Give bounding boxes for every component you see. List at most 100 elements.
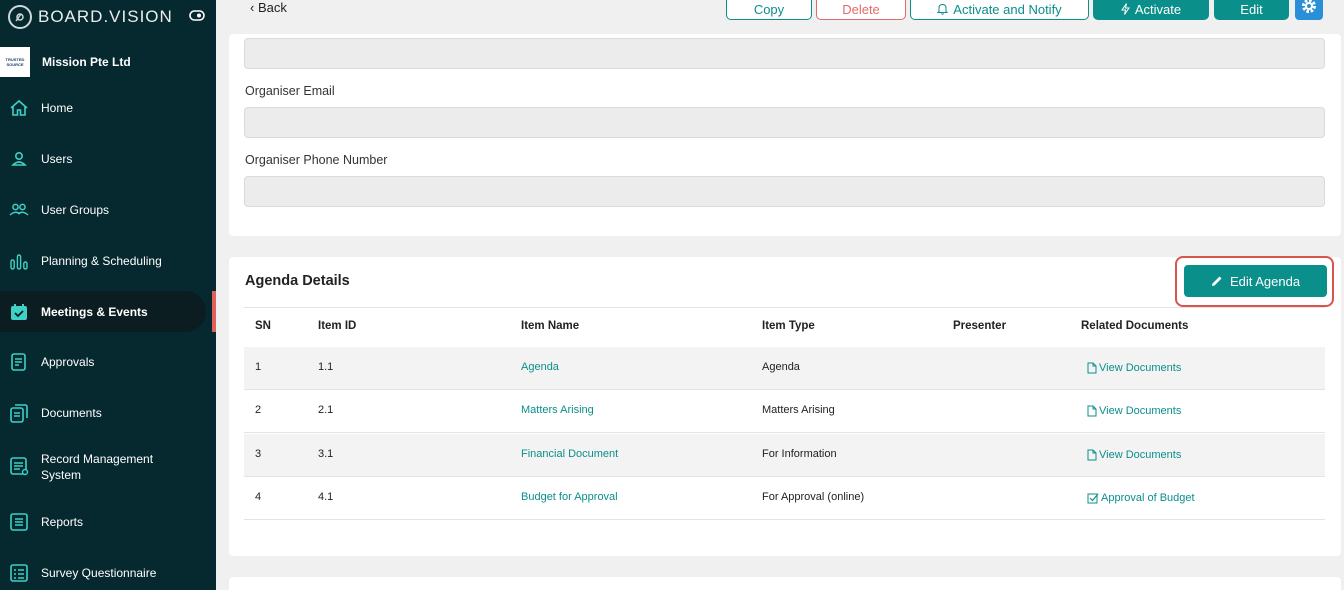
table-row: 4 4.1 Budget for Approval For Approval (…: [244, 477, 1325, 520]
divider: [244, 307, 1325, 308]
cell-item-id: 1.1: [318, 361, 334, 373]
column-header-item-type: Item Type: [762, 320, 815, 332]
eye-icon[interactable]: [189, 10, 205, 21]
calendar-icon: [11, 304, 27, 320]
delete-button[interactable]: Delete: [816, 0, 906, 20]
cell-item-id: 3.1: [318, 448, 334, 460]
sidebar-item-survey[interactable]: Survey Questionnaire: [0, 561, 216, 585]
brand-name: BOARD.VISION: [38, 7, 173, 26]
home-icon: [10, 99, 28, 116]
column-header-item-name: Item Name: [521, 320, 580, 332]
column-header-item-id: Item ID: [318, 320, 357, 332]
edit-button[interactable]: Edit: [1214, 0, 1289, 20]
item-name-link[interactable]: Budget for Approval: [521, 491, 618, 503]
organiser-phone-label: Organiser Phone Number: [245, 153, 388, 167]
organiser-name-input[interactable]: [244, 38, 1325, 69]
settings-button[interactable]: [1295, 0, 1323, 20]
cell-sn: 3: [255, 448, 262, 460]
cell-sn: 4: [255, 491, 262, 503]
view-documents-link[interactable]: View Documents: [1087, 449, 1181, 461]
file-icon: [1087, 405, 1097, 417]
checkbox-icon: [1087, 493, 1099, 504]
sidebar-item-documents[interactable]: Documents: [0, 401, 216, 425]
bar-chart-icon: [10, 254, 28, 270]
survey-icon: [10, 564, 28, 582]
back-label: Back: [257, 0, 287, 15]
view-documents-link[interactable]: View Documents: [1087, 405, 1181, 417]
brand-logo-icon: [8, 5, 32, 29]
users-icon: [9, 203, 29, 216]
sidebar-item-label: User Groups: [41, 203, 110, 217]
sidebar-item-user-groups[interactable]: User Groups: [0, 198, 216, 222]
cell-item-type: Agenda: [762, 361, 800, 373]
organiser-email-input[interactable]: [244, 107, 1325, 138]
doc-link-label: View Documents: [1099, 405, 1182, 417]
sidebar-item-reports[interactable]: Reports: [0, 510, 216, 534]
activate-button[interactable]: Activate: [1093, 0, 1209, 20]
badge-bottom-text: SOURCE: [6, 62, 24, 67]
cell-item-type: Matters Arising: [762, 404, 835, 416]
activate-notify-button[interactable]: Activate and Notify: [910, 0, 1089, 20]
cell-item-type: For Information: [762, 448, 837, 460]
gear-icon: [1302, 0, 1316, 13]
view-documents-link[interactable]: View Documents: [1087, 362, 1181, 374]
cell-sn: 1: [255, 361, 262, 373]
delete-label: Delete: [842, 1, 880, 17]
edit-label: Edit: [1240, 1, 1263, 17]
documents-icon: [10, 404, 28, 423]
sidebar-item-label: Record Management System: [41, 452, 154, 482]
table-row: 2 2.1 Matters Arising Matters Arising Vi…: [244, 390, 1325, 433]
organization-switcher[interactable]: TRUSTED SOURCE Mission Pte Ltd: [0, 45, 216, 79]
sidebar-item-label: Survey Questionnaire: [41, 566, 157, 580]
bell-icon: [937, 3, 949, 15]
sidebar-item-label: Users: [41, 152, 73, 166]
copy-label: Copy: [753, 1, 785, 17]
sidebar-item-meetings-events[interactable]: Meetings & Events: [0, 291, 206, 332]
pencil-icon: [1211, 276, 1222, 286]
item-name-link[interactable]: Matters Arising: [521, 404, 594, 416]
sidebar: BOARD.VISION TRUSTED SOURCE Mission Pte …: [0, 0, 216, 590]
sidebar-item-label: Planning & Scheduling: [41, 254, 162, 268]
approval-link[interactable]: Approval of Budget: [1087, 492, 1195, 504]
doc-link-label: View Documents: [1099, 449, 1182, 461]
archive-icon: [10, 457, 29, 476]
agenda-title: Agenda Details: [245, 273, 350, 289]
file-icon: [1087, 449, 1097, 461]
column-header-related-documents: Related Documents: [1081, 320, 1189, 332]
organiser-phone-input[interactable]: [244, 176, 1325, 207]
sidebar-item-label: Approvals: [41, 355, 95, 369]
activate-notify-label: Activate and Notify: [953, 1, 1062, 17]
document-icon: [11, 353, 26, 371]
sidebar-item-planning-scheduling[interactable]: Planning & Scheduling: [0, 249, 216, 273]
file-icon: [1087, 362, 1097, 374]
edit-agenda-label: Edit Agenda: [1229, 273, 1301, 289]
chevron-left-icon: ‹: [250, 0, 258, 15]
sidebar-item-record-management[interactable]: Record Management System: [0, 450, 216, 484]
doc-link-label: Approval of Budget: [1101, 492, 1195, 504]
sidebar-item-approvals[interactable]: Approvals: [0, 350, 216, 374]
activate-label: Activate: [1134, 1, 1182, 17]
sidebar-item-users[interactable]: Users: [0, 147, 216, 171]
edit-agenda-button[interactable]: Edit Agenda: [1184, 265, 1327, 297]
cell-sn: 2: [255, 404, 262, 416]
sidebar-item-label: Home: [41, 101, 74, 115]
table-row: 3 3.1 Financial Document For Information…: [244, 434, 1325, 477]
active-indicator: [212, 291, 216, 332]
user-icon: [11, 152, 27, 166]
item-name-link[interactable]: Agenda: [521, 361, 559, 373]
sidebar-item-label: Documents: [41, 406, 102, 420]
cell-item-type: For Approval (online): [762, 491, 865, 503]
doc-link-label: View Documents: [1099, 362, 1182, 374]
brand[interactable]: BOARD.VISION: [8, 5, 173, 29]
organiser-email-label: Organiser Email: [245, 84, 335, 98]
sidebar-item-home[interactable]: Home: [0, 96, 216, 120]
report-icon: [10, 513, 28, 531]
column-header-sn: SN: [255, 320, 271, 332]
column-header-presenter: Presenter: [953, 320, 1007, 332]
table-row: 1 1.1 Agenda Agenda View Documents: [244, 347, 1325, 390]
back-link[interactable]: ‹ Back: [250, 0, 287, 15]
lightning-icon: [1120, 3, 1130, 15]
cell-item-id: 2.1: [318, 404, 334, 416]
copy-button[interactable]: Copy: [726, 0, 812, 20]
item-name-link[interactable]: Financial Document: [521, 448, 618, 460]
